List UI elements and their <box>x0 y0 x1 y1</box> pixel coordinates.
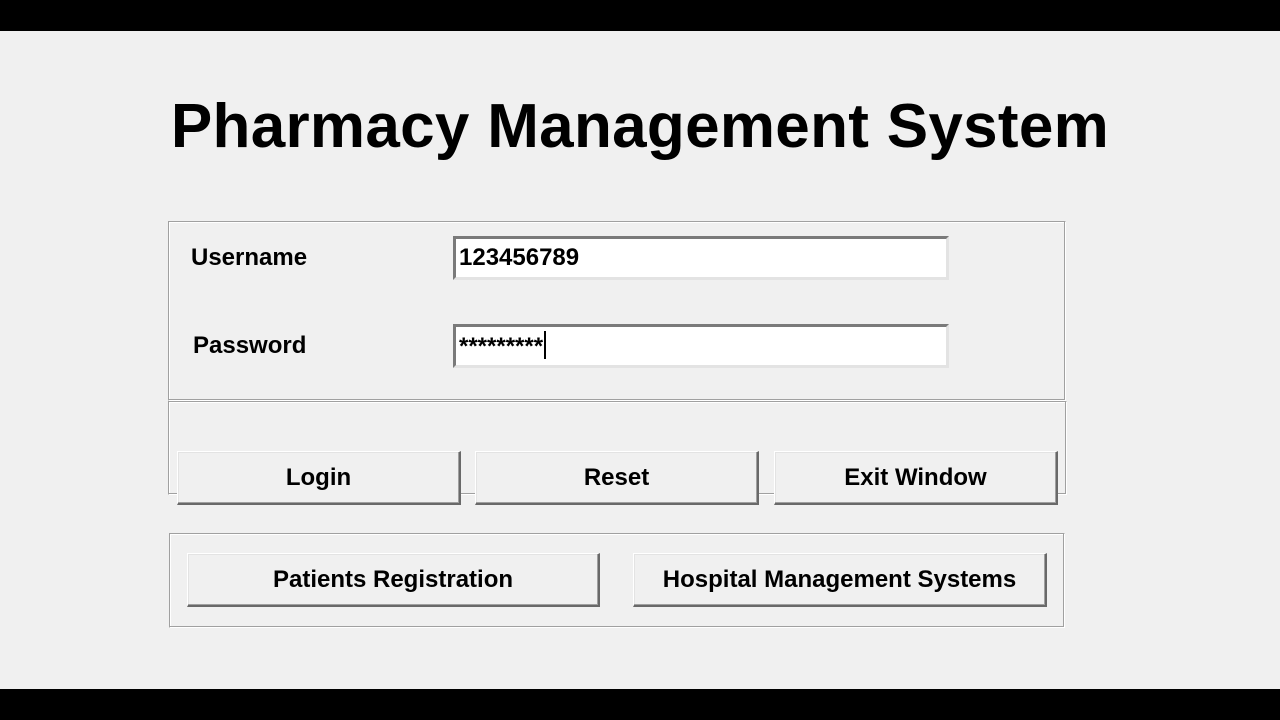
links-frame: Patients Registration Hospital Managemen… <box>169 533 1065 628</box>
password-field[interactable]: ********* <box>453 324 949 368</box>
username-label: Username <box>191 244 308 271</box>
patients-registration-button[interactable]: Patients Registration <box>187 553 600 607</box>
page-title: Pharmacy Management System <box>170 92 1110 161</box>
letterbox-top <box>0 0 1280 31</box>
password-label: Password <box>193 332 307 359</box>
exit-window-button[interactable]: Exit Window <box>774 451 1058 505</box>
actions-frame: Login Reset Exit Window <box>168 401 1067 505</box>
text-caret <box>544 331 547 359</box>
password-value: ********* <box>459 333 544 360</box>
reset-button[interactable]: Reset <box>475 451 759 505</box>
login-frame: Username 123456789 Password ********* <box>168 221 1066 401</box>
username-field[interactable]: 123456789 <box>453 236 949 280</box>
main-window: Pharmacy Management System Username 1234… <box>0 31 1280 689</box>
hospital-management-button[interactable]: Hospital Management Systems <box>633 553 1047 607</box>
username-value: 123456789 <box>459 244 580 271</box>
letterbox-bottom <box>0 689 1280 720</box>
login-button[interactable]: Login <box>177 451 461 505</box>
